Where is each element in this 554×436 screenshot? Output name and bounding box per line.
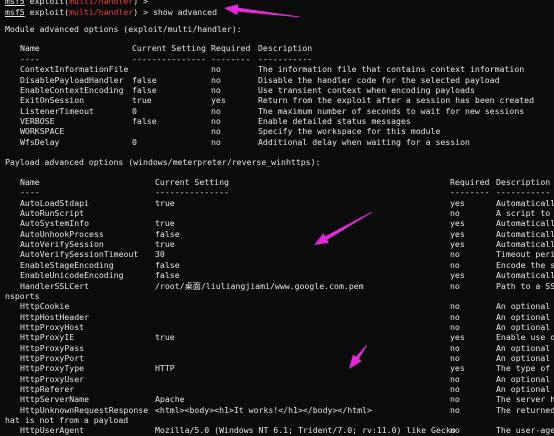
arrow-enable-stage-encoding: [314, 211, 373, 245]
arrow-show-advanced: [224, 4, 301, 18]
arrow-http-unknown-request: [349, 344, 368, 369]
annotation-arrows: [224, 4, 373, 369]
payload-cell-3: The user-agen: [496, 425, 554, 436]
payload-wrap-text: hat is not from a payload: [5, 415, 129, 426]
payload-cell-2: no: [450, 425, 460, 436]
payload-cell-1: Mozilla/5.0 (Windows NT 6.1; Trident/7.0…: [155, 425, 456, 436]
payload-cell-0: HttpUserAgent: [20, 425, 85, 436]
